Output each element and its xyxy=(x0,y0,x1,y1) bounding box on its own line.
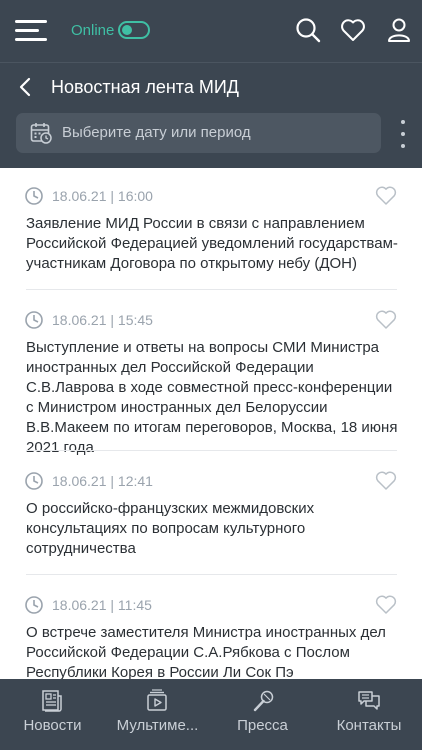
date-filter-placeholder: Выберите дату или период xyxy=(62,124,251,141)
clock-icon xyxy=(25,311,43,329)
heart-icon[interactable] xyxy=(375,471,397,491)
news-time: 18.06.21 | 16:00 xyxy=(52,188,153,204)
news-headline[interactable]: Выступление и ответы на вопросы СМИ Мини… xyxy=(26,338,401,458)
news-time: 18.06.21 | 12:41 xyxy=(52,473,153,489)
app-header: Online xyxy=(0,0,422,62)
top-bar: Online Новостная лента МИД Выберите дату… xyxy=(0,0,422,168)
item-divider xyxy=(26,450,397,451)
calendar-icon xyxy=(30,123,52,144)
title-row: Новостная лента МИД xyxy=(0,63,422,111)
clock-icon xyxy=(25,187,43,205)
news-feed[interactable]: 18.06.21 | 16:00 Заявление МИД России в … xyxy=(0,168,422,680)
tab-news[interactable]: Новости xyxy=(10,679,95,750)
clock-icon xyxy=(25,472,43,490)
online-toggle[interactable] xyxy=(118,21,150,39)
favorites-heart-icon[interactable] xyxy=(340,17,366,43)
tab-press[interactable]: Пресса xyxy=(225,679,300,750)
chat-icon xyxy=(358,691,380,710)
news-time: 18.06.21 | 15:45 xyxy=(52,312,153,328)
news-headline[interactable]: О российско-французских межмидовских кон… xyxy=(26,499,401,559)
date-filter-input[interactable]: Выберите дату или период xyxy=(16,113,381,153)
microphone-icon xyxy=(253,690,274,712)
tab-multimedia[interactable]: Мультиме... xyxy=(110,679,205,750)
tab-contacts-label: Контакты xyxy=(336,717,402,734)
menu-icon[interactable] xyxy=(15,19,47,43)
tab-contacts[interactable]: Контакты xyxy=(325,679,413,750)
tab-news-label: Новости xyxy=(23,717,82,734)
more-options-icon[interactable] xyxy=(396,118,410,150)
toggle-knob xyxy=(122,25,132,35)
search-icon[interactable] xyxy=(295,17,321,43)
back-arrow-icon[interactable] xyxy=(18,77,34,97)
heart-icon[interactable] xyxy=(375,595,397,615)
news-headline[interactable]: О встрече заместителя Министра иностранн… xyxy=(26,623,401,680)
news-time: 18.06.21 | 11:45 xyxy=(52,597,152,613)
page-title: Новостная лента МИД xyxy=(51,77,239,97)
heart-icon[interactable] xyxy=(375,186,397,206)
bottom-tab-bar: Новости Мультиме... Пресса Контакты xyxy=(0,679,422,750)
item-divider xyxy=(26,574,397,575)
online-label: Online xyxy=(71,22,115,39)
heart-icon[interactable] xyxy=(375,310,397,330)
newspaper-icon xyxy=(42,690,62,712)
news-headline[interactable]: Заявление МИД России в связи с направлен… xyxy=(26,214,401,274)
item-divider xyxy=(26,289,397,290)
profile-icon[interactable] xyxy=(386,17,412,43)
tab-press-label: Пресса xyxy=(237,717,288,734)
tab-multimedia-label: Мультиме... xyxy=(116,717,199,734)
multimedia-icon xyxy=(147,689,167,711)
clock-icon xyxy=(25,596,43,614)
